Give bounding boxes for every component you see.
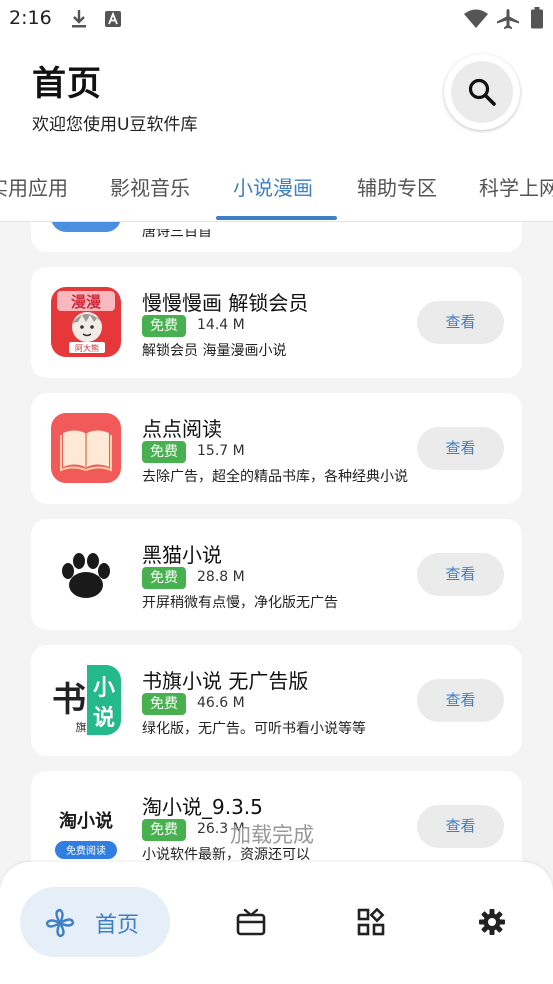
shuqi-logo-right-text-2: 说 (93, 705, 115, 731)
tao-logo-sub-text: 免费阅读 (66, 844, 106, 857)
nav-home-label: 首页 (95, 913, 140, 938)
app-desc: 解锁会员 海量漫画小说 (142, 343, 287, 359)
free-badge: 免费 (142, 693, 186, 715)
app-name: 点点阅读 (142, 417, 222, 441)
tao-logo-title-text: 淘小说 (59, 810, 113, 832)
view-button[interactable]: 查看 (417, 679, 504, 722)
app-size: 14.4 M (197, 317, 245, 333)
shuqi-logo-left-text: 书 (52, 680, 86, 720)
tab-assist-zone[interactable]: 辅助专区 (357, 172, 437, 201)
manhua-logo-top-text: 漫漫 (71, 293, 102, 311)
app-size: 15.7 M (197, 443, 245, 459)
view-button[interactable]: 查看 (417, 301, 504, 344)
app-name: 黑猫小说 (142, 543, 222, 567)
apps-grid-icon[interactable] (357, 908, 385, 936)
list-item[interactable]: 漫漫 阿大熊 慢慢慢画 解锁会员 免费 14.4 M 解锁会员 海量漫画小说 查… (31, 267, 522, 378)
app-icon-shuqi: 书 旗 小 说 (51, 665, 121, 735)
shuqi-logo-icon: 书 旗 小 说 (52, 665, 121, 735)
tab-video-music[interactable]: 影视音乐 (110, 172, 190, 201)
manhua-logo-icon: 漫漫 阿大熊 (57, 291, 115, 353)
list-item[interactable]: 黑猫小说 免费 28.8 M 开屏稍微有点慢，净化版无广告 查看 (31, 519, 522, 630)
status-time: 2:16 (9, 7, 52, 29)
load-status: 加载完成 (230, 823, 314, 847)
search-button-inner[interactable] (451, 61, 513, 123)
free-badge: 免费 (142, 567, 186, 589)
manhua-logo-bottom-text: 阿大熊 (75, 343, 99, 353)
app-name: 慢慢慢画 解锁会员 (142, 291, 309, 315)
free-badge: 免费 (142, 441, 186, 463)
download-icon (72, 10, 86, 28)
a-letter-icon (105, 11, 121, 27)
taoxiaoshuo-logo-icon: 淘小说 免费阅读 (55, 810, 117, 859)
category-tabs: 实用应用 影视音乐 小说漫画 辅助专区 科学上网 (0, 158, 553, 222)
app-icon-heimao (51, 539, 121, 609)
page-subtitle: 欢迎您使用U豆软件库 (32, 115, 198, 135)
tab-practical-apps[interactable]: 实用应用 (0, 172, 68, 201)
tab-science-internet[interactable]: 科学上网 (479, 172, 553, 201)
app-icon-taoxiaoshuo: 淘小说 免费阅读 (51, 793, 121, 862)
app-size: 46.6 M (197, 695, 245, 711)
tv-icon[interactable] (236, 908, 266, 936)
page-title: 首页 (32, 64, 102, 104)
app-name: 书旗小说 无广告版 (142, 669, 309, 693)
list-item[interactable]: 书 旗 小 说 书旗小说 无广告版 免费 46.6 M 绿化版，无广告。可听书看… (31, 645, 522, 756)
shuqi-logo-right-text: 小 (93, 676, 115, 701)
search-icon (468, 78, 496, 106)
view-button[interactable]: 查看 (417, 427, 504, 470)
app-icon-partial (51, 222, 121, 232)
app-name: 淘小说_9.3.5 (142, 795, 263, 819)
app-list: 唐诗三百首 漫漫 阿大熊 慢慢慢画 解锁会员 免费 14.4 M 解锁会员 海量… (0, 222, 553, 862)
wifi-icon (464, 9, 488, 28)
status-bar: 2:16 (0, 0, 553, 38)
view-button[interactable]: 查看 (417, 805, 504, 848)
app-icon-manhua: 漫漫 阿大熊 (51, 287, 121, 357)
cat-paw-icon (62, 553, 110, 598)
free-badge: 免费 (142, 315, 186, 337)
page-header: 首页 欢迎您使用U豆软件库 (0, 38, 553, 158)
battery-icon (531, 7, 543, 29)
app-size: 28.8 M (197, 569, 245, 585)
free-badge: 免费 (142, 819, 186, 841)
open-book-icon (60, 430, 112, 472)
app-desc: 开屏稍微有点慢，净化版无广告 (142, 595, 338, 611)
bottom-nav: 首页 (0, 862, 553, 984)
settings-gear-icon[interactable] (478, 908, 506, 936)
airplane-icon (497, 9, 519, 29)
active-tab-indicator (216, 216, 337, 220)
search-button[interactable] (444, 54, 520, 130)
app-icon-diandian (51, 413, 121, 483)
app-desc: 去除广告，超全的精品书库，各种经典小说 (142, 469, 408, 485)
tab-novel-comic[interactable]: 小说漫画 (233, 172, 313, 201)
nav-home[interactable]: 首页 (20, 887, 170, 957)
pinwheel-icon (45, 908, 75, 938)
shuqi-logo-left-small-text: 旗 (76, 720, 87, 734)
list-item-partial[interactable]: 唐诗三百首 (31, 222, 522, 252)
partial-item-desc: 唐诗三百首 (142, 229, 212, 239)
list-item[interactable]: 点点阅读 免费 15.7 M 去除广告，超全的精品书库，各种经典小说 查看 (31, 393, 522, 504)
view-button[interactable]: 查看 (417, 553, 504, 596)
app-desc: 绿化版，无广告。可听书看小说等等 (142, 721, 366, 737)
